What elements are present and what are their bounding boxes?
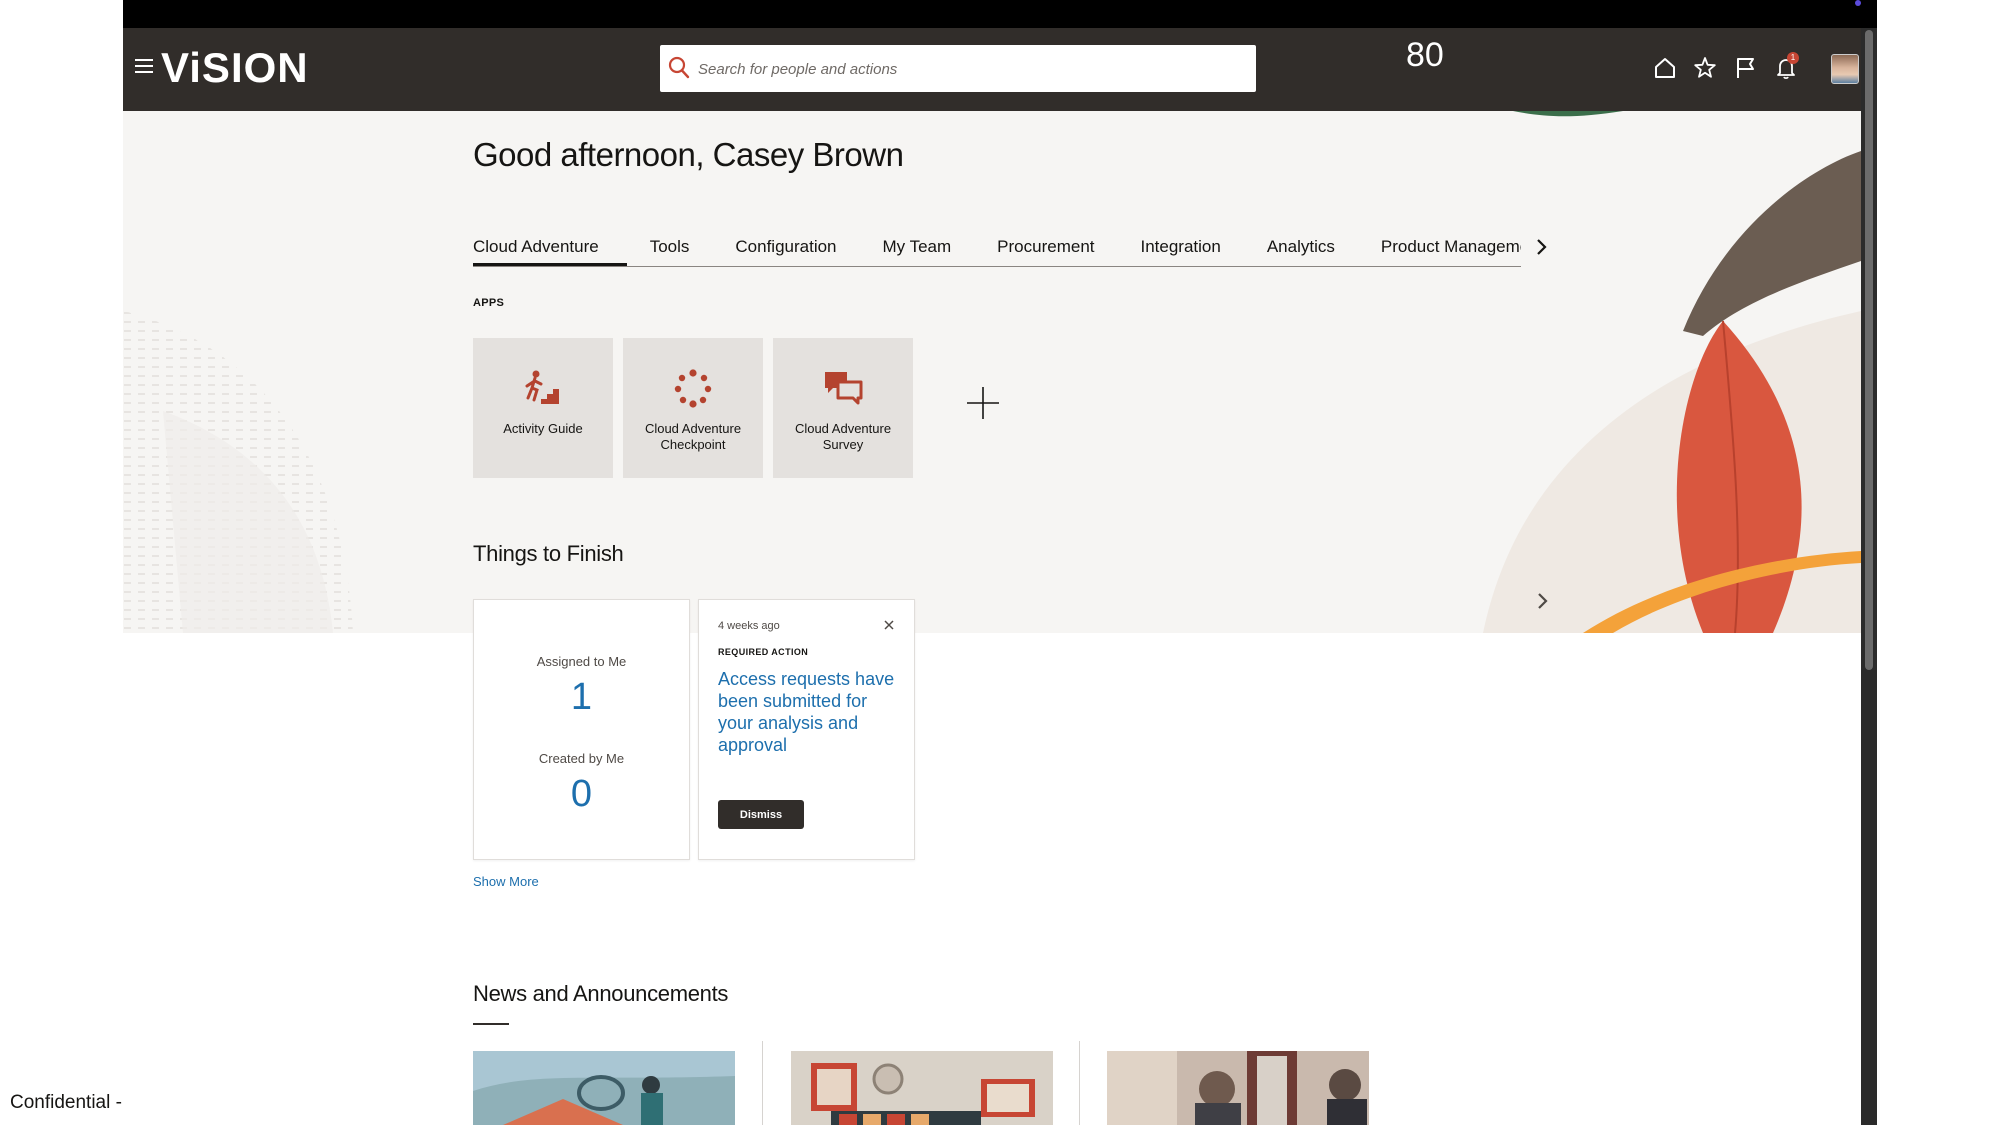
news-divider — [1079, 1041, 1080, 1125]
menu-icon[interactable] — [135, 59, 153, 73]
close-icon[interactable] — [882, 618, 896, 632]
home-icon[interactable] — [1652, 55, 1678, 81]
show-more-link[interactable]: Show More — [473, 874, 539, 889]
hero-banner — [123, 111, 1861, 633]
top-navigation-bar: ViSION 80 1 — [123, 28, 1861, 111]
news-title-underline — [473, 1023, 509, 1025]
assigned-to-me-count[interactable]: 1 — [474, 676, 689, 719]
app-tile-cloud-adventure-checkpoint[interactable]: Cloud Adventure Checkpoint — [623, 338, 763, 478]
created-by-me-count[interactable]: 0 — [474, 773, 689, 816]
news-card-image-1[interactable] — [473, 1051, 735, 1125]
notification-time: 4 weeks ago — [718, 620, 780, 632]
news-card-image-2[interactable] — [791, 1051, 1053, 1125]
avatar[interactable] — [1831, 54, 1859, 84]
global-search[interactable] — [660, 45, 1256, 92]
circle-dots-icon — [674, 369, 712, 408]
things-to-finish-title: Things to Finish — [473, 541, 624, 566]
tab-procurement[interactable]: Procurement — [974, 228, 1117, 265]
tab-configuration[interactable]: Configuration — [712, 228, 859, 265]
created-by-me-label: Created by Me — [538, 751, 625, 766]
news-card-image-3[interactable] — [1107, 1051, 1369, 1125]
tab-my-team[interactable]: My Team — [860, 228, 975, 265]
flag-icon[interactable] — [1733, 55, 1759, 81]
notification-card: 4 weeks ago REQUIRED ACTION Access reque… — [698, 599, 915, 860]
scrollbar-thumb[interactable] — [1865, 30, 1873, 670]
star-icon[interactable] — [1692, 55, 1718, 81]
tab-analytics[interactable]: Analytics — [1244, 228, 1358, 265]
app-tile-label: Activity Guide — [503, 421, 583, 436]
notifications-button[interactable]: 1 — [1773, 52, 1799, 81]
notification-count-badge: 1 — [1787, 52, 1799, 64]
app-tile-cloud-adventure-survey[interactable]: Cloud Adventure Survey — [773, 338, 913, 478]
news-announcements-title: News and Announcements — [473, 981, 729, 1006]
recording-dot — [1855, 0, 1861, 6]
add-app-plus-icon[interactable] — [966, 386, 1000, 420]
vision-logo[interactable]: ViSION — [161, 44, 309, 92]
notification-link[interactable]: Access requests have been submitted for … — [718, 668, 898, 756]
search-input[interactable] — [696, 55, 1240, 83]
tab-cloud-adventure[interactable]: Cloud Adventure — [473, 228, 627, 266]
tab-product-management[interactable]: Product Manageme — [1358, 228, 1521, 265]
dismiss-button[interactable]: Dismiss — [718, 800, 804, 829]
assigned-to-me-label: Assigned to Me — [536, 654, 627, 669]
page-title: Good afternoon, Casey Brown — [473, 136, 904, 173]
search-icon[interactable] — [668, 56, 690, 80]
confidential-label: Confidential - — [10, 1092, 122, 1113]
apps-section-label: APPS — [473, 297, 505, 309]
app-tile-activity-guide[interactable]: Activity Guide — [473, 338, 613, 478]
stairs-person-icon — [525, 370, 559, 404]
task-summary-card: Assigned to Me 1 Created by Me 0 — [473, 599, 690, 860]
springboard-tabs: Cloud Adventure Tools Configuration My Team… — [473, 228, 1521, 267]
zoom-level-readout: 80 — [1406, 36, 1444, 74]
scrollbar[interactable] — [1861, 28, 1877, 1125]
decorative-leaves-illustration — [123, 111, 1861, 633]
browser-top-strip — [123, 0, 1877, 28]
app-tile-label: Cloud Adventure Survey — [794, 421, 892, 452]
app-tile-label: Cloud Adventure Checkpoint — [644, 421, 742, 452]
things-to-finish-next-chevron-icon[interactable] — [1532, 588, 1552, 614]
chat-bubbles-icon — [825, 372, 863, 405]
app-window: ViSION 80 1 Good afternoon, Casey Br — [123, 28, 1877, 1125]
tab-tools[interactable]: Tools — [627, 228, 713, 265]
news-divider — [762, 1041, 763, 1125]
required-action-tag: REQUIRED ACTION — [718, 647, 809, 657]
tab-integration[interactable]: Integration — [1118, 228, 1244, 265]
tabs-next-chevron-icon[interactable] — [1531, 234, 1551, 260]
